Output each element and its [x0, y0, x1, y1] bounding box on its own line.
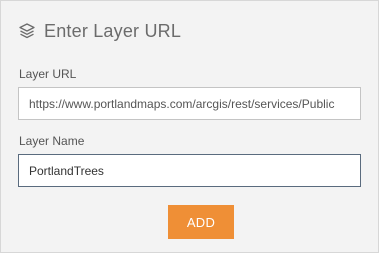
layer-url-label: Layer URL	[19, 67, 77, 81]
layer-url-input[interactable]	[18, 87, 361, 120]
panel-title: Enter Layer URL	[44, 20, 182, 41]
panel-header: Enter Layer URL	[18, 19, 181, 43]
layer-name-input[interactable]	[18, 154, 361, 187]
layers-icon	[18, 22, 36, 40]
add-button[interactable]: ADD	[168, 205, 234, 239]
layer-name-label: Layer Name	[19, 134, 85, 148]
enter-layer-url-panel: Enter Layer URL Layer URL Layer Name ADD	[0, 0, 379, 253]
